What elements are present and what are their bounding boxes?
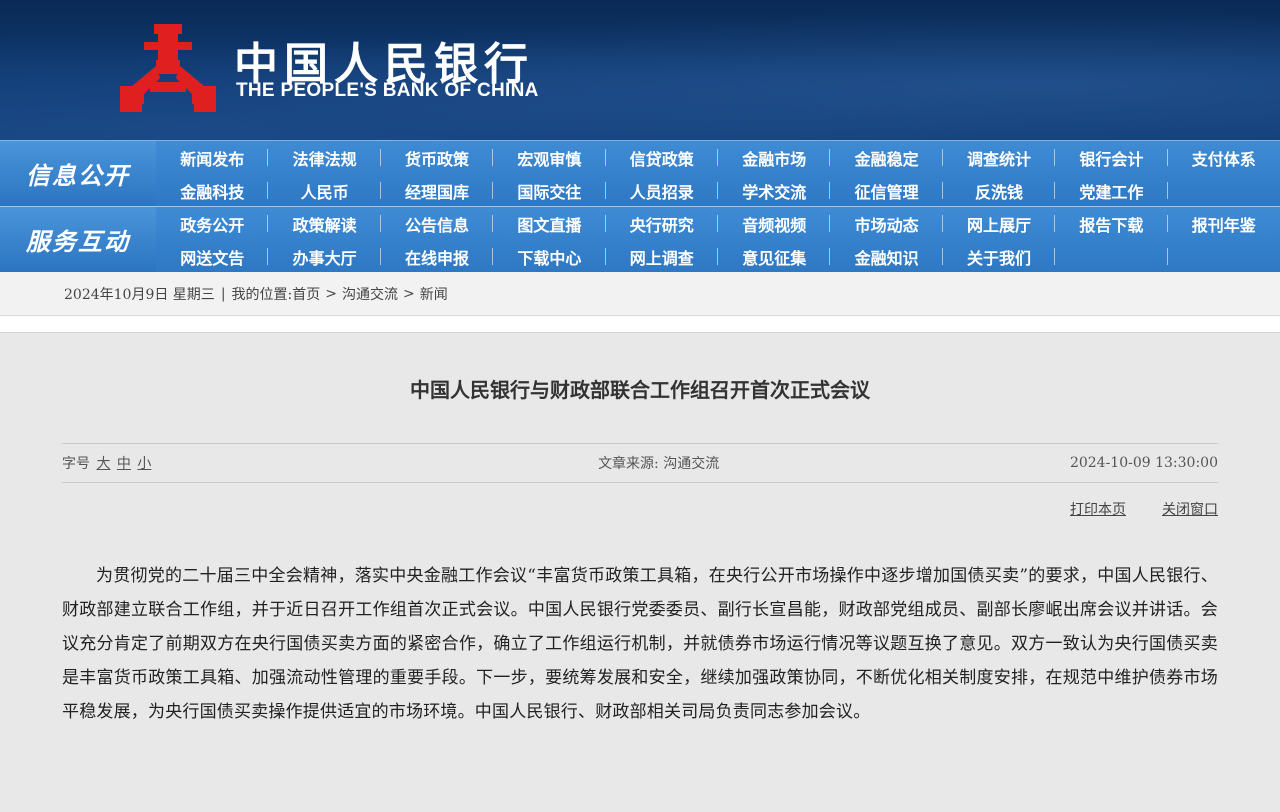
nav-service-item[interactable]: 办事大厅: [268, 240, 382, 273]
nav-service-item[interactable]: 音频视频: [718, 207, 831, 240]
font-size-medium-link[interactable]: 中: [117, 456, 131, 472]
nav-service-item[interactable]: 网送文告: [156, 240, 269, 273]
article-title: 中国人民银行与财政部联合工作组召开首次正式会议: [410, 378, 870, 402]
nav-service-interaction: 服务互动 政务公开 政策解读 公告信息 图文直播 央行研究 音频视频 市场动态 网上展厅 报告下…: [0, 206, 1280, 272]
nav-service-grid: 政务公开 政策解读 公告信息 图文直播 央行研究 音频视频 市场动态 网上展厅 报告下载 报刊年鉴…: [156, 207, 1280, 272]
nav-service-item[interactable]: 网上展厅: [943, 207, 1056, 240]
article-datetime: 2024-10-09 13:30:00: [1069, 455, 1218, 471]
nav-info-item[interactable]: 金融科技: [156, 174, 269, 207]
nav-info-disclosure: 信息公开 新闻发布 法律法规 货币政策 宏观审慎 信贷政策 金融市场 金融稳定 调查统计 银行会…: [0, 140, 1280, 206]
breadcrumb: 2024年10月9日 星期三 | 我的位置: 首页 > 沟通交流 > 新闻: [0, 272, 1280, 316]
divider: [0, 316, 1280, 333]
nav-service-empty-cell: [1055, 240, 1169, 273]
nav-info-item[interactable]: 金融市场: [718, 141, 831, 174]
nav-info-item[interactable]: 新闻发布: [156, 141, 269, 174]
close-window-link[interactable]: 关闭窗口: [1162, 499, 1218, 519]
font-size-small-link[interactable]: 小: [137, 456, 151, 472]
nav-info-item[interactable]: 学术交流: [718, 174, 831, 207]
nav-service-item[interactable]: 市场动态: [830, 207, 944, 240]
nav-info-item[interactable]: 人民币: [268, 174, 382, 207]
nav-info-item[interactable]: 法律法规: [268, 141, 382, 174]
source-value: 沟通交流: [663, 456, 720, 472]
nav-info-item[interactable]: 国际交往: [493, 174, 607, 207]
nav-service-item[interactable]: 政策解读: [268, 207, 382, 240]
breadcrumb-arrow: >: [402, 285, 415, 302]
nav-info-item[interactable]: 调查统计: [943, 141, 1056, 174]
nav-service-item[interactable]: 下载中心: [493, 240, 607, 273]
nav-service-item[interactable]: 关于我们: [943, 240, 1056, 273]
breadcrumb-separator: |: [220, 285, 226, 302]
nav-info-grid: 新闻发布 法律法规 货币政策 宏观审慎 信贷政策 金融市场 金融稳定 调查统计 银行会计 支付体系…: [156, 141, 1280, 206]
nav-service-item[interactable]: 公告信息: [381, 207, 494, 240]
nav-service-empty-cell: [1168, 240, 1280, 273]
breadcrumb-home-link[interactable]: 首页: [292, 284, 320, 304]
breadcrumb-section-link[interactable]: 沟通交流: [342, 284, 398, 304]
nav-info-item[interactable]: 人员招录: [606, 174, 719, 207]
nav-service-item[interactable]: 图文直播: [493, 207, 607, 240]
nav-info-item[interactable]: 银行会计: [1055, 141, 1169, 174]
nav-service-item[interactable]: 网上调查: [606, 240, 719, 273]
nav-service-item[interactable]: 央行研究: [606, 207, 719, 240]
nav-info-item[interactable]: 信贷政策: [606, 141, 719, 174]
article: 中国人民银行与财政部联合工作组召开首次正式会议 字号 大 中 小 文章来源: 沟…: [0, 375, 1280, 729]
nav-section-title: 服务互动: [0, 207, 156, 272]
current-date: 2024年10月9日 星期三: [64, 286, 215, 303]
logo-english-name: THE PEOPLE'S BANK OF CHINA: [236, 80, 539, 101]
print-page-link[interactable]: 打印本页: [1070, 499, 1126, 519]
location-label: 我的位置:: [231, 286, 293, 303]
article-source: 文章来源: 沟通交流: [598, 453, 719, 473]
nav-service-item[interactable]: 政务公开: [156, 207, 269, 240]
nav-info-item[interactable]: 支付体系: [1168, 141, 1280, 174]
nav-service-item[interactable]: 意见征集: [718, 240, 831, 273]
pboc-logo-icon[interactable]: [120, 24, 216, 112]
source-label: 文章来源:: [598, 456, 659, 472]
article-meta: 字号 大 中 小 文章来源: 沟通交流 2024-10-09 13:30:00: [62, 443, 1218, 483]
nav-info-item[interactable]: 货币政策: [381, 141, 494, 174]
nav-info-item[interactable]: 党建工作: [1055, 174, 1169, 207]
breadcrumb-current-link[interactable]: 新闻: [420, 284, 448, 304]
article-body: 为贯彻党的二十届三中全会精神，落实中央金融工作会议“丰富货币政策工具箱，在央行公…: [62, 566, 1218, 722]
nav-service-item[interactable]: 在线申报: [381, 240, 494, 273]
nav-service-item[interactable]: 报刊年鉴: [1168, 207, 1280, 240]
nav-section-title: 信息公开: [0, 141, 156, 206]
nav-service-item[interactable]: 金融知识: [830, 240, 944, 273]
font-size-controls: 字号 大 中 小: [62, 453, 151, 473]
font-size-large-link[interactable]: 大: [96, 456, 110, 472]
nav-info-item[interactable]: 经理国库: [381, 174, 494, 207]
nav-info-item[interactable]: 反洗钱: [943, 174, 1056, 207]
nav-info-empty-cell: [1168, 174, 1280, 207]
nav-info-item[interactable]: 征信管理: [830, 174, 944, 207]
nav-info-item[interactable]: 宏观审慎: [493, 141, 607, 174]
nav-info-item[interactable]: 金融稳定: [830, 141, 944, 174]
nav-service-item[interactable]: 报告下载: [1055, 207, 1169, 240]
breadcrumb-arrow: >: [325, 285, 337, 302]
font-size-label: 字号: [62, 456, 90, 472]
article-tools: 打印本页 关闭窗口: [62, 499, 1218, 519]
site-banner: 中国人民银行 THE PEOPLE'S BANK OF CHINA: [0, 0, 1280, 140]
